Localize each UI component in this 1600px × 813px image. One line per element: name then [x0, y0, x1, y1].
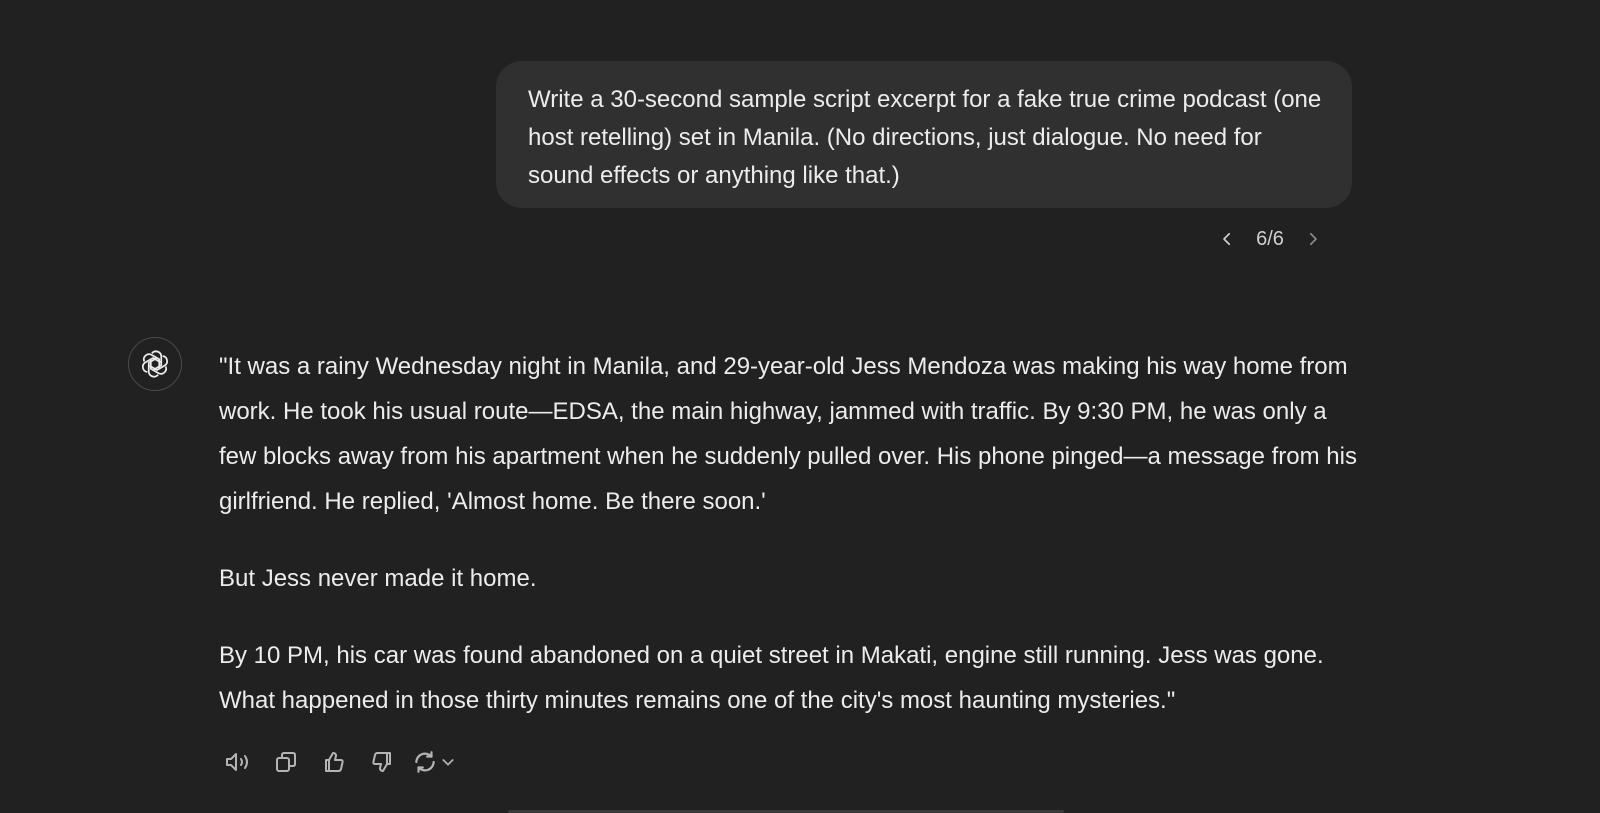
assistant-paragraph: But Jess never made it home. — [219, 565, 537, 592]
thumbs-up-icon — [325, 752, 344, 772]
good-response-button[interactable] — [316, 744, 352, 780]
user-message-bubble: Write a 30-second sample script excerpt … — [496, 61, 1352, 208]
regenerate-button[interactable] — [412, 744, 468, 780]
next-response-button[interactable] — [1298, 224, 1328, 254]
copy-button[interactable] — [268, 744, 304, 780]
thumbs-down-icon — [372, 752, 391, 772]
response-pager: 6/6 — [1212, 222, 1328, 256]
chevron-down-icon — [442, 759, 454, 766]
response-count: 6/6 — [1256, 227, 1284, 250]
assistant-paragraph: By 10 PM, his car was found abandoned on… — [219, 642, 1324, 714]
assistant-paragraph: "It was a rainy Wednesday night in Manil… — [219, 353, 1357, 515]
bad-response-button[interactable] — [364, 744, 400, 780]
copy-icon — [276, 752, 296, 772]
chevron-left-icon — [1223, 232, 1231, 246]
message-actions — [220, 744, 468, 780]
assistant-avatar — [128, 337, 182, 391]
chat-page: Write a 30-second sample script excerpt … — [0, 0, 1600, 813]
chevron-right-icon — [1309, 232, 1317, 246]
regenerate-icon — [415, 751, 435, 773]
speaker-icon — [226, 753, 248, 771]
assistant-message: "It was a rainy Wednesday night in Manil… — [219, 344, 1359, 755]
user-message-text: Write a 30-second sample script excerpt … — [528, 86, 1322, 189]
previous-response-button[interactable] — [1212, 224, 1242, 254]
openai-logo-icon — [141, 350, 169, 378]
read-aloud-button[interactable] — [220, 744, 256, 780]
